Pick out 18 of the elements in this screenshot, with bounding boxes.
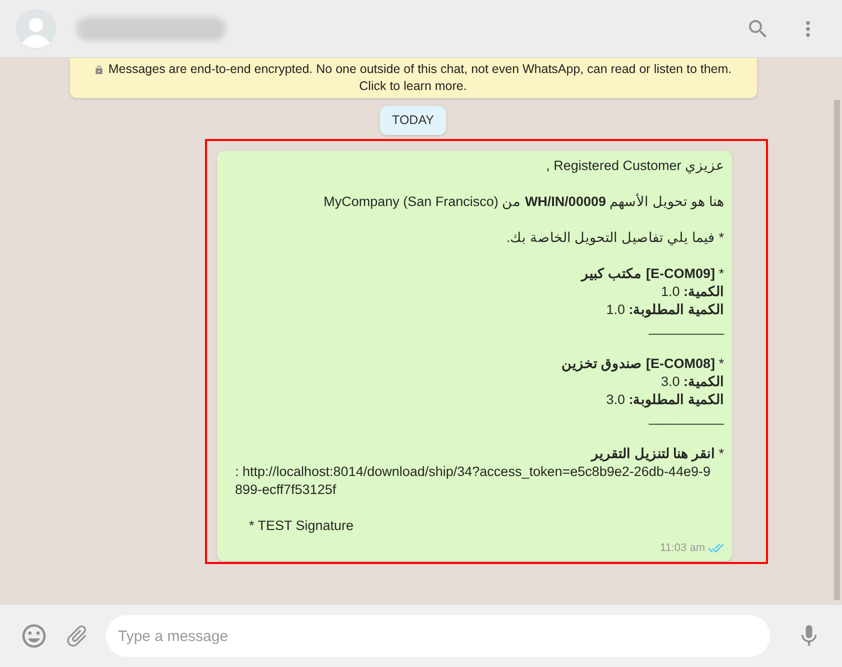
learn-more-link[interactable]: Click to learn more. bbox=[359, 79, 467, 93]
message-line: *[E-COM09] مكتب كبير bbox=[581, 266, 724, 281]
message-line: __________ bbox=[648, 320, 724, 335]
message-line: *انقر هنا لتنزيل التقرير bbox=[592, 446, 724, 461]
message-line: عزيزي Registered Customer , bbox=[546, 158, 724, 173]
notice-text: Messages are end-to-end encrypted. No one outside of this chat, not even WhatsApp, can read or listen to them. bbox=[108, 62, 732, 76]
message-input[interactable]: Type a message bbox=[106, 615, 770, 657]
date-chip: TODAY bbox=[380, 106, 446, 135]
lock-icon bbox=[94, 64, 104, 75]
scrollbar[interactable] bbox=[834, 100, 840, 600]
download-link[interactable]: : http://localhost:8014/download/ship/34?access_token=e5c8b9e2-26db-44e9-9899-ecff7f53125f bbox=[227, 462, 724, 499]
message-line: * فيما يلي تفاصيل التحويل الخاصة بك. bbox=[506, 230, 724, 245]
message-time: 11:03 am bbox=[660, 540, 705, 556]
encryption-notice[interactable]: Messages are end-to-end encrypted. No one outside of this chat, not even WhatsApp, can read or listen to them. Click to learn more. bbox=[70, 58, 756, 98]
message-line: __________ bbox=[648, 410, 724, 425]
emoji-icon[interactable] bbox=[20, 622, 48, 650]
message-line: *[E-COM08] صندوق تخزين bbox=[561, 356, 724, 371]
signature-text: * TEST Signature bbox=[249, 518, 354, 533]
